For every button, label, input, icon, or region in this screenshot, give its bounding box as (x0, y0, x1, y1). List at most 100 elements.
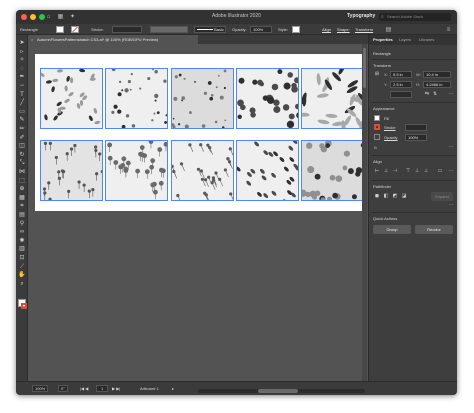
gradient-tool-icon[interactable]: ▤ (18, 211, 26, 219)
pathfinder-more-icon[interactable]: ⋯ (448, 202, 454, 208)
free-transform-icon[interactable]: ⬚ (18, 177, 26, 185)
stroke-weight-field[interactable] (405, 124, 427, 131)
recolor-button[interactable]: Recolor (415, 225, 453, 234)
group-button[interactable]: Group (373, 225, 411, 234)
gpu-icon[interactable]: ✦ (68, 13, 77, 21)
unite-icon[interactable]: ◼ (374, 193, 380, 199)
opacity-label[interactable]: Opacity (384, 135, 398, 140)
fx-button[interactable]: fx (374, 145, 377, 150)
line-tool-icon[interactable]: ╱ (18, 99, 26, 107)
paintbrush-icon[interactable]: ✎ (18, 116, 26, 124)
rotation-view[interactable]: 0° (58, 385, 68, 392)
pen-tool-icon[interactable]: ✒ (18, 73, 26, 81)
scale-tool-icon[interactable]: ⤡ (18, 159, 26, 167)
mesh-tool-icon[interactable]: ⌗ (18, 202, 26, 210)
h-field[interactable]: 4.2466 in (423, 81, 451, 88)
slice-tool-icon[interactable]: ⟋ (18, 263, 26, 271)
shape-builder-icon[interactable]: ⊕ (18, 185, 26, 193)
rotate-tool-icon[interactable]: ↻ (18, 151, 26, 159)
pattern-tile[interactable] (171, 68, 234, 129)
vertical-scroll-thumb[interactable] (363, 48, 366, 88)
fill-swatch[interactable] (56, 26, 64, 33)
close-tab-icon[interactable]: × (31, 35, 33, 44)
column-graph-icon[interactable]: ▥ (18, 245, 26, 253)
close-window-button[interactable] (21, 14, 27, 20)
align-vertical-center-icon[interactable]: ⊥ (414, 168, 420, 174)
exclude-icon[interactable]: ◪ (401, 193, 407, 199)
opacity-label[interactable]: Opacity: (232, 26, 247, 33)
arrange-icon[interactable]: ▤ (384, 26, 393, 34)
next-artboard-button[interactable]: ▶ ▶| (112, 385, 120, 392)
fill-swatch-icon[interactable] (374, 115, 380, 121)
opacity-field[interactable]: 100% (250, 26, 272, 33)
w-field[interactable]: 10.4 in (423, 71, 451, 78)
align-horizontal-center-icon[interactable]: ⊥ (383, 168, 389, 174)
artboard-tool-icon[interactable]: ⊡ (18, 254, 26, 262)
pattern-tile[interactable] (40, 68, 103, 129)
align-left-icon[interactable]: ⊢ (374, 168, 380, 174)
vertical-scrollbar[interactable] (362, 44, 367, 381)
status-text[interactable]: Artboard 1 (140, 385, 159, 392)
more-options-icon[interactable]: ⋯ (448, 91, 454, 97)
brush-definition[interactable]: Basic (194, 26, 226, 33)
tab-libraries[interactable]: Libraries (419, 35, 434, 45)
align-link[interactable]: Align (322, 26, 331, 33)
artboard-number[interactable]: 1 (96, 385, 109, 392)
horizontal-scrollbar[interactable] (198, 389, 365, 393)
grid-icon[interactable]: ▦ (56, 13, 65, 21)
stock-search-input[interactable]: ⌕ Search Adobe Stock (379, 13, 451, 21)
width-tool-icon[interactable]: ⋈ (18, 168, 26, 176)
stroke-indicator[interactable] (21, 303, 27, 309)
workspace-switcher[interactable]: Typography (347, 13, 375, 19)
pattern-tile[interactable] (105, 68, 168, 129)
pattern-tile[interactable] (40, 140, 103, 201)
panel-menu-icon[interactable]: ≡ (444, 26, 453, 34)
stroke-weight-field[interactable] (112, 26, 142, 33)
type-tool-icon[interactable]: T (18, 91, 26, 99)
eyedropper-icon[interactable]: ⚲ (18, 220, 26, 228)
stroke-swatch[interactable] (71, 26, 79, 33)
blend-tool-icon[interactable]: ∞ (18, 228, 26, 236)
intersect-icon[interactable]: ◩ (392, 193, 398, 199)
pattern-tile[interactable] (105, 140, 168, 201)
rotate-field[interactable] (390, 91, 412, 98)
pencil-icon[interactable]: ✏ (18, 125, 26, 133)
appearance-more-icon[interactable]: ⋯ (448, 144, 454, 150)
pattern-tile[interactable] (301, 140, 364, 201)
flip-horizontal-icon[interactable]: ⇆ (424, 91, 430, 97)
stroke-swatch-icon[interactable] (374, 124, 380, 130)
rectangle-tool-icon[interactable]: ▭ (18, 108, 26, 116)
symbol-sprayer-icon[interactable]: ✺ (18, 237, 26, 245)
align-more-icon[interactable]: ⋯ (448, 168, 454, 174)
lasso-icon[interactable]: ◌ (18, 65, 26, 73)
align-right-icon[interactable]: ⊣ (392, 168, 398, 174)
variable-width-profile[interactable] (150, 26, 188, 33)
align-top-icon[interactable]: ⊤ (405, 168, 411, 174)
zoom-tool-icon[interactable]: ⌕ (18, 280, 26, 288)
stroke-label[interactable]: Stroke (384, 125, 396, 130)
horizontal-scroll-thumb[interactable] (258, 389, 298, 393)
minus-front-icon[interactable]: ◧ (383, 193, 389, 199)
zoom-level[interactable]: 100% (32, 385, 49, 392)
tab-properties[interactable]: Properties (373, 35, 393, 45)
canvas-area[interactable] (28, 44, 368, 381)
pattern-tile[interactable] (301, 68, 364, 129)
transform-link[interactable]: Transform (355, 26, 373, 33)
pattern-tile[interactable] (236, 140, 299, 201)
align-to-icon[interactable]: ▭ (437, 168, 443, 174)
graphic-style-swatch[interactable] (292, 26, 300, 33)
status-arrow-icon[interactable]: ▸ (172, 385, 174, 392)
shape-link[interactable]: Shape: (337, 26, 350, 33)
pattern-tile[interactable] (236, 68, 299, 129)
eraser-icon[interactable]: ◫ (18, 142, 26, 150)
minimize-window-button[interactable] (30, 14, 36, 20)
flip-vertical-icon[interactable]: ⇅ (432, 91, 438, 97)
tab-layers[interactable]: Layers (399, 35, 411, 45)
perspective-grid-icon[interactable]: ▦ (18, 194, 26, 202)
curvature-tool-icon[interactable]: ∽ (18, 82, 26, 90)
expand-button[interactable]: Expand (431, 192, 453, 201)
magic-wand-icon[interactable]: ✧ (18, 56, 26, 64)
artboard[interactable] (35, 54, 364, 211)
hand-tool-icon[interactable]: ✋ (18, 271, 26, 279)
reference-point-icon[interactable]: ⊞ (374, 71, 380, 77)
